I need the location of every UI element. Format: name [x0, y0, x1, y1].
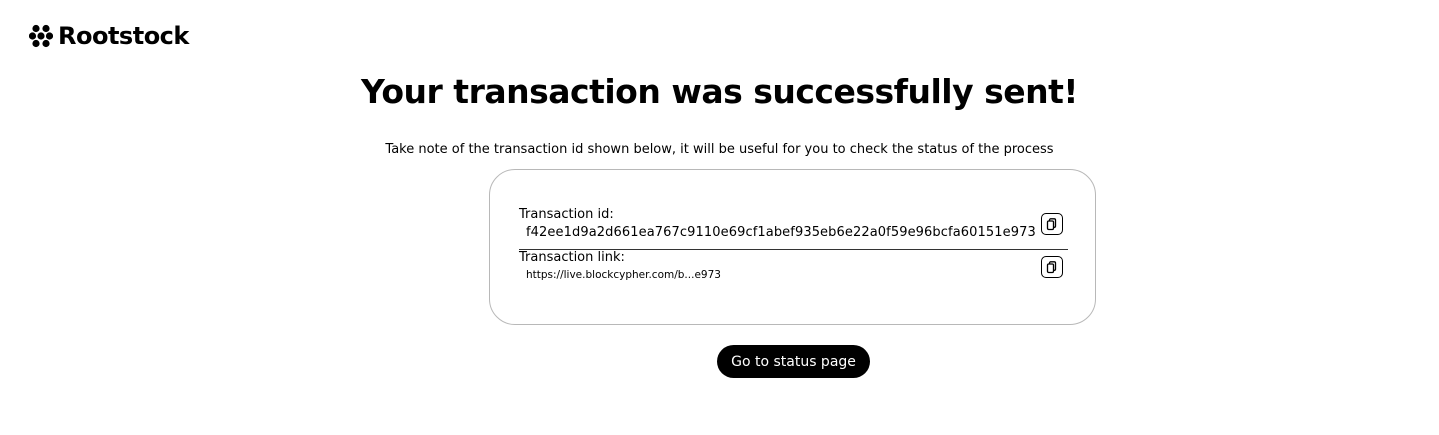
transaction-card: Transaction id: f42ee1d9a2d661ea767c9110…	[489, 169, 1096, 325]
page-title: Your transaction was successfully sent!	[361, 72, 1078, 111]
transaction-link-value[interactable]: https://live.blockcypher.com/b...e973	[526, 269, 721, 281]
logo-text: Rootstock	[58, 22, 189, 50]
rootstock-logo[interactable]: Rootstock	[29, 22, 189, 50]
copy-icon	[1046, 260, 1057, 273]
go-to-status-page-button[interactable]: Go to status page	[717, 345, 870, 378]
transaction-link-label: Transaction link:	[519, 250, 625, 265]
copy-icon	[1046, 217, 1057, 230]
transaction-id-value: f42ee1d9a2d661ea767c9110e69cf1abef935eb6…	[526, 225, 1036, 240]
transaction-id-label: Transaction id:	[519, 207, 614, 222]
copy-transaction-link-button[interactable]	[1041, 256, 1063, 278]
transaction-id-row: Transaction id: f42ee1d9a2d661ea767c9110…	[519, 207, 1068, 250]
transaction-link-row: Transaction link: https://live.blockcyph…	[519, 250, 1068, 292]
page-subtitle: Take note of the transaction id shown be…	[385, 142, 1054, 157]
rootstock-logo-icon	[29, 24, 53, 48]
copy-transaction-id-button[interactable]	[1041, 213, 1063, 235]
